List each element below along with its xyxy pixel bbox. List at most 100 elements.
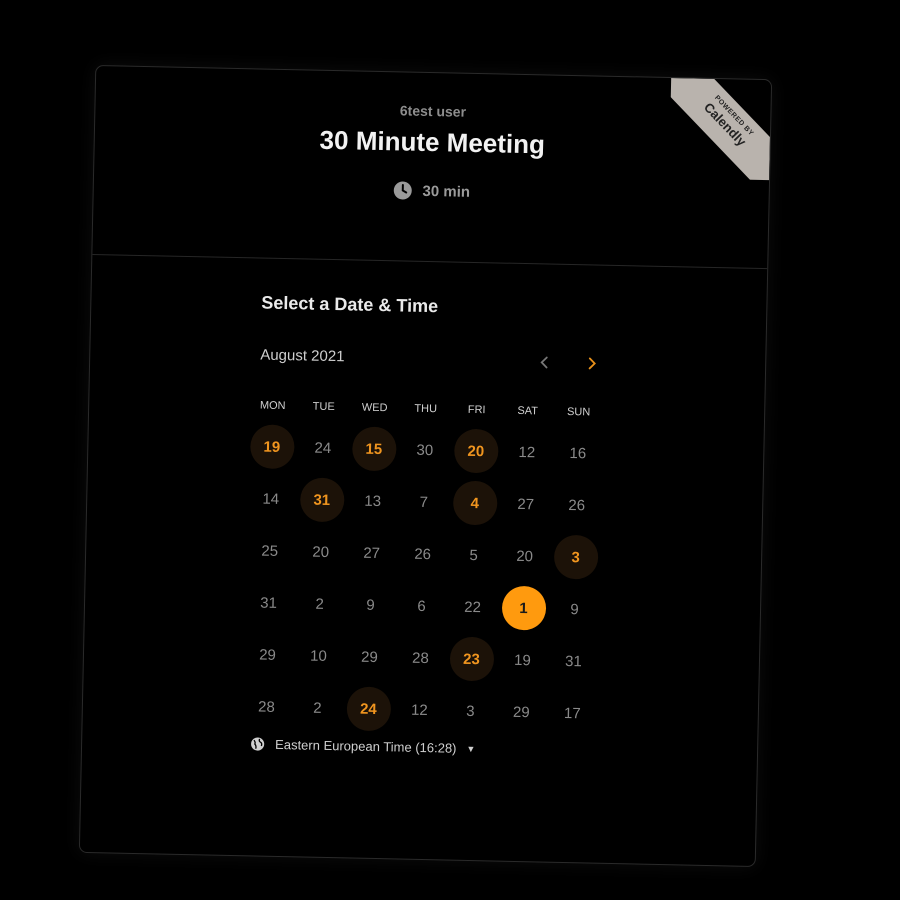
day-number: 25 — [261, 542, 279, 560]
section-title: Select a Date & Time — [261, 292, 439, 317]
clock-icon — [393, 181, 412, 200]
calendar-day-unavailable: 13 — [347, 474, 399, 527]
weekday-label: FRI — [467, 403, 486, 417]
day-number[interactable]: 20 — [453, 428, 499, 474]
month-navigation: August 2021 — [260, 345, 604, 376]
weekday-label: TUE — [312, 400, 335, 414]
caret-down-icon: ▼ — [466, 743, 476, 754]
day-number: 27 — [363, 544, 381, 562]
day-number[interactable]: 1 — [501, 585, 547, 631]
weekday-label: THU — [414, 402, 438, 416]
day-number[interactable]: 19 — [249, 424, 295, 470]
weekday-label: WED — [361, 401, 388, 415]
day-number[interactable]: 31 — [299, 477, 345, 523]
calendar-day-unavailable: 12 — [393, 683, 445, 736]
calendar-day-unavailable: 5 — [448, 528, 500, 581]
calendar-day-available[interactable]: 31 — [296, 473, 348, 526]
calendar-day-unavailable: 6 — [396, 579, 448, 632]
day-number: 2 — [313, 699, 322, 717]
day-number: 31 — [564, 652, 582, 670]
day-number: 26 — [414, 545, 432, 563]
calendar-day-unavailable: 29 — [495, 686, 547, 739]
calendar-grid: 19 24 15 30 20 12 16 14 31 13 7 4 27 26 25 20 27 26 5 20 3 31… — [240, 420, 603, 739]
day-number[interactable]: 15 — [351, 426, 397, 472]
next-month-button[interactable] — [580, 351, 604, 375]
calendar-day-available[interactable]: 20 — [450, 425, 502, 478]
calendar-day-available[interactable]: 15 — [348, 422, 400, 475]
day-number: 17 — [563, 704, 581, 722]
calendar-day-unavailable: 31 — [243, 576, 295, 629]
chevron-right-icon — [588, 357, 596, 370]
calendar-day-unavailable: 20 — [295, 525, 347, 578]
calendar-day-unavailable: 26 — [551, 479, 603, 532]
day-number: 2 — [315, 595, 324, 613]
day-number[interactable]: 24 — [345, 686, 391, 732]
calendar-day-available[interactable]: 4 — [449, 477, 501, 530]
calendar-day-unavailable: 20 — [499, 530, 551, 583]
calendar-day-unavailable: 27 — [346, 526, 398, 579]
calendar-day-unavailable: 28 — [240, 680, 292, 733]
chevron-left-icon — [540, 356, 548, 369]
day-number[interactable]: 23 — [449, 636, 494, 682]
day-number[interactable]: 4 — [452, 480, 498, 526]
calendar-day-unavailable: 30 — [399, 423, 451, 476]
day-number: 12 — [410, 701, 428, 719]
day-number: 29 — [258, 646, 277, 664]
day-number: 10 — [309, 647, 328, 665]
day-number: 28 — [257, 698, 275, 716]
event-duration: 30 min — [94, 174, 769, 208]
calendar-day-unavailable: 17 — [546, 687, 598, 740]
calendar-day-available[interactable]: 3 — [550, 531, 602, 584]
day-number: 16 — [569, 444, 587, 462]
day-number: 5 — [469, 546, 478, 564]
timezone-label: Eastern European Time (16:28) — [274, 736, 457, 756]
day-number: 9 — [366, 596, 375, 614]
calendar-day-unavailable: 19 — [496, 634, 548, 687]
weekday-label: MON — [259, 399, 286, 413]
globe-icon — [251, 737, 265, 751]
powered-by-badge[interactable]: POWERED BY Calendly — [669, 78, 772, 181]
calendar-day-unavailable: 2 — [294, 577, 346, 630]
day-number: 22 — [464, 598, 482, 616]
date-picker-section: Select a Date & Time August 2021 MON TUE W… — [80, 255, 767, 866]
day-number: 13 — [364, 492, 382, 510]
calendar-day-available[interactable]: 19 — [246, 420, 298, 473]
day-number: 27 — [517, 495, 535, 513]
previous-month-button[interactable] — [532, 350, 556, 374]
calendar-day-unavailable: 31 — [547, 635, 599, 688]
day-number: 9 — [570, 600, 579, 618]
badge-ribbon[interactable]: POWERED BY Calendly — [669, 78, 772, 181]
day-number: 31 — [260, 594, 278, 612]
day-number: 6 — [417, 597, 426, 615]
day-number: 19 — [513, 651, 531, 669]
booking-card: 6test user 30 Minute Meeting 30 min POWE… — [78, 64, 773, 868]
day-number: 24 — [314, 439, 332, 457]
day-number: 29 — [512, 703, 530, 721]
day-number: 30 — [416, 441, 434, 459]
weekday-label: SAT — [517, 404, 539, 418]
calendar-day-unavailable: 25 — [244, 524, 296, 577]
calendar-day-available[interactable]: 24 — [342, 682, 394, 735]
calendar-day-selected[interactable]: 1 — [498, 582, 550, 635]
calendar-day-unavailable: 24 — [297, 421, 349, 474]
calendar-day-unavailable: 22 — [447, 580, 499, 633]
calendar-day-unavailable: 9 — [345, 578, 397, 631]
day-number: 3 — [466, 702, 475, 720]
day-number[interactable]: 3 — [553, 534, 599, 580]
calendar-day-available[interactable]: 23 — [445, 632, 497, 685]
day-number: 29 — [360, 648, 379, 666]
calendar-day-unavailable: 7 — [398, 475, 450, 528]
calendar-day-unavailable: 9 — [548, 583, 600, 636]
day-number: 20 — [312, 543, 330, 561]
event-header: 6test user 30 Minute Meeting 30 min POWE… — [92, 66, 772, 270]
day-number: 28 — [411, 649, 429, 667]
calendar: MON TUE WED THU FRI SAT SUN 19 24 15 30 20 12 16 14 31… — [240, 394, 604, 739]
timezone-selector[interactable]: Eastern European Time (16:28) ▼ — [250, 736, 476, 756]
calendar-day-unavailable: 26 — [397, 527, 449, 580]
duration-label: 30 min — [422, 182, 471, 201]
calendar-day-unavailable: 12 — [501, 426, 553, 479]
weekday-label: SUN — [566, 405, 591, 419]
calendar-day-unavailable: 16 — [552, 427, 604, 480]
day-number: 14 — [262, 490, 280, 508]
calendar-day-unavailable: 2 — [291, 681, 343, 734]
